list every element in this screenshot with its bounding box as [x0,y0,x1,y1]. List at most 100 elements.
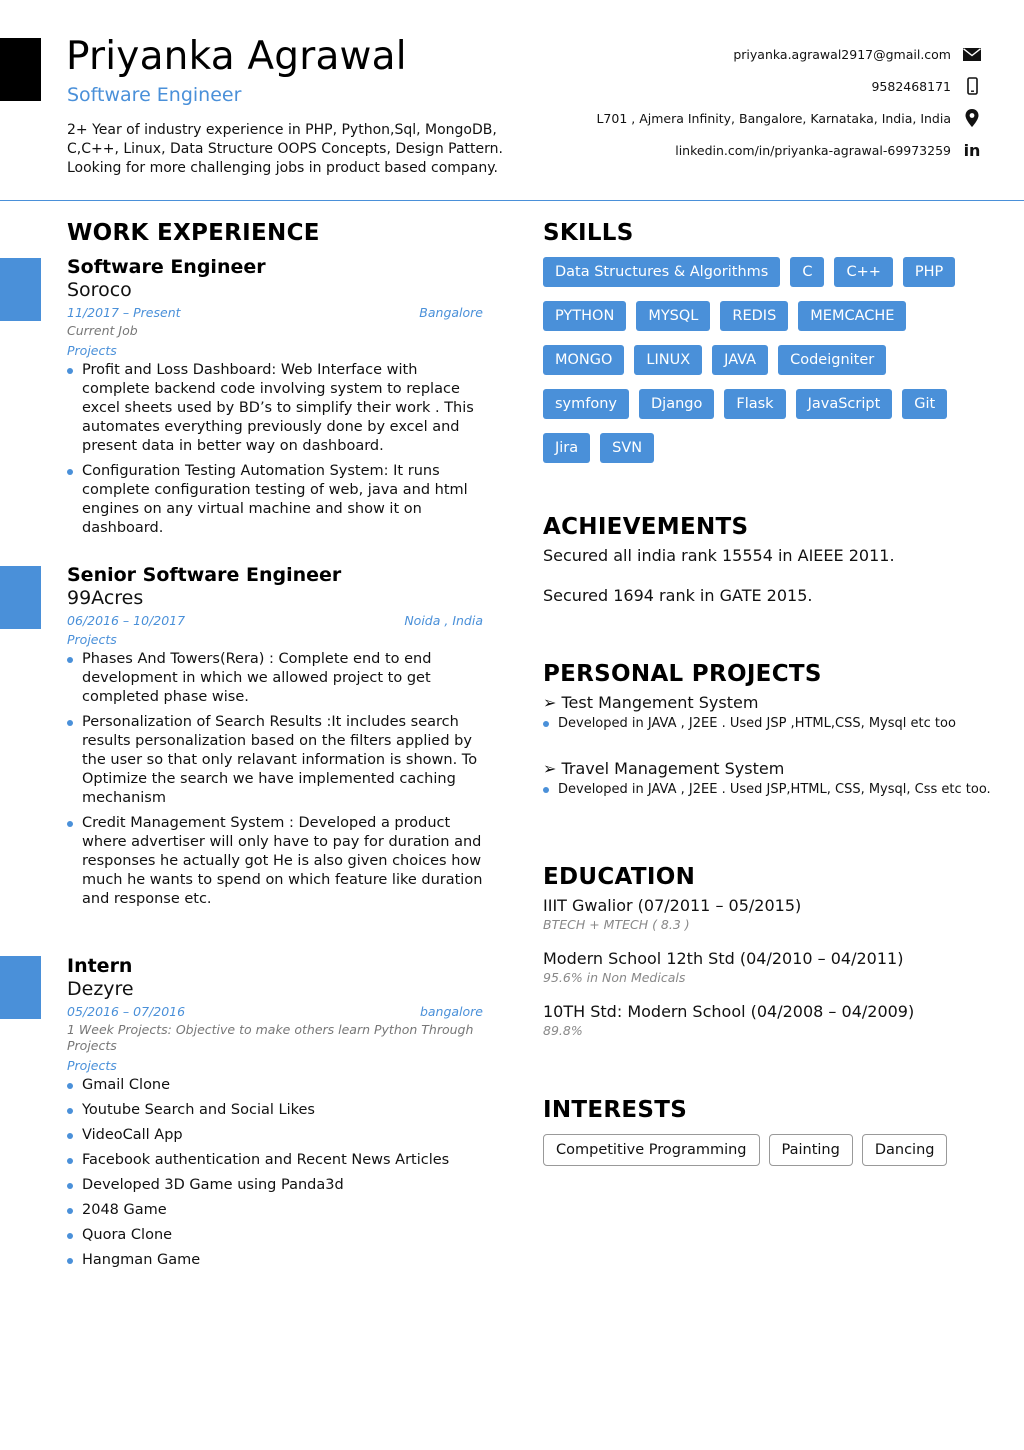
address-text: L701 , Ajmera Infinity, Bangalore, Karna… [596,110,951,126]
project-name: ➢ Travel Management System [543,759,785,778]
job-note: 1 Week Projects: Objective to make other… [67,1022,474,1053]
summary-text: 2+ Year of industry experience in PHP, P… [67,122,503,176]
skill-tag: PHP [902,257,956,287]
job-dates: 06/2016 – 10/2017 [67,613,186,628]
job-meta: 05/2016 – 07/2016 bangalore [67,1004,483,1019]
list-item: 2048 Game [67,1201,483,1220]
skill-tag: JavaScript [795,389,893,419]
skill-tag: Django [639,389,715,419]
list-item: Phases And Towers(Rera) : Complete end t… [67,650,483,707]
work-experience-heading: WORK EXPERIENCE [67,220,320,246]
skill-tag: SVN [600,433,655,463]
contact-phone[interactable]: 9582468171 [542,70,982,102]
list-item: Credit Management System : Developed a p… [67,814,483,909]
list-item: Configuration Testing Automation System:… [67,462,483,538]
job-accent-bar [0,956,41,1019]
skill-tag: PYTHON [543,301,627,331]
skill-tag: Codeigniter [778,345,887,375]
education-name: IIIT Gwalior (07/2011 – 05/2015) [543,896,802,915]
achievements-section: ACHIEVEMENTS Secured all india rank 1555… [543,514,895,605]
candidate-title: Software Engineer [67,84,242,106]
skill-tag: C [790,257,825,287]
skill-tag: Git [902,389,948,419]
contact-list: priyanka.agrawal2917@gmail.com 958246817… [542,38,982,166]
job-location: Bangalore [419,305,483,320]
skill-tag: symfony [543,389,630,419]
skill-tag: MONGO [543,345,625,375]
company-name: Dezyre [67,978,134,1000]
education-name: 10TH Std: Modern School (04/2008 – 04/20… [543,1002,915,1021]
list-item: Personalization of Search Results :It in… [67,713,483,808]
skill-tag: JAVA [712,345,769,375]
education-name: Modern School 12th Std (04/2010 – 04/201… [543,949,904,968]
list-item: Developed 3D Game using Panda3d [67,1176,483,1195]
interest-tag: Painting [768,1134,853,1166]
skills-tags: Data Structures & Algorithms C C++ PHP P… [543,257,983,477]
job-location: bangalore [419,1004,483,1019]
skill-tag: MYSQL [636,301,711,331]
job-accent-bar [0,566,41,629]
projects-label: Projects [67,632,117,647]
email-text[interactable]: priyanka.agrawal2917@gmail.com [733,47,951,62]
job-bullets: Gmail Clone Youtube Search and Social Li… [67,1076,483,1270]
linkedin-text[interactable]: linkedin.com/in/priyanka-agrawal-6997325… [675,143,951,158]
job-entry: Senior Software Engineer 99Acres 06/2016… [67,564,483,915]
list-item: Quora Clone [67,1226,483,1245]
project-details: Developed in JAVA , J2EE . Used JSP ,HTM… [543,715,991,732]
personal-projects-heading: PERSONAL PROJECTS [543,661,822,687]
list-item: Developed in JAVA , J2EE . Used JSP ,HTM… [543,715,991,732]
achievements-heading: ACHIEVEMENTS [543,514,749,540]
projects-label: Projects [67,343,117,358]
projects-section: PERSONAL PROJECTS ➢ Test Mangement Syste… [543,661,991,804]
job-note: Current Job [67,323,138,338]
interest-tag: Dancing [861,1134,948,1166]
skill-tag: Data Structures & Algorithms [543,257,781,287]
list-item: Developed in JAVA , J2EE . Used JSP,HTML… [543,781,991,798]
job-accent-bar [0,258,41,321]
list-item: VideoCall App [67,1126,483,1145]
project-details: Developed in JAVA , J2EE . Used JSP,HTML… [543,781,991,798]
skill-tag: MEMCACHE [798,301,907,331]
job-title: Intern [67,955,133,977]
skills-heading: SKILLS [543,220,634,246]
skill-tag: REDIS [720,301,789,331]
list-item: Gmail Clone [67,1076,483,1095]
skill-tag: LINUX [634,345,703,375]
list-item: Profit and Loss Dashboard: Web Interface… [67,361,483,456]
left-column: WORK EXPERIENCE Software Engineer Soroco… [67,220,483,1268]
job-entry: Software Engineer Soroco 11/2017 – Prese… [67,256,483,544]
achievement-item: Secured all india rank 15554 in AIEEE 20… [543,546,895,565]
interests-heading: INTERESTS [543,1097,688,1123]
candidate-name: Priyanka Agrawal [66,34,407,79]
project-name: ➢ Test Mangement System [543,693,759,712]
job-entry: Intern Dezyre 05/2016 – 07/2016 bangalor… [67,955,483,1276]
job-title: Software Engineer [67,256,266,278]
education-detail: 95.6% in Non Medicals [543,970,686,985]
skill-tag: Jira [543,433,591,463]
linkedin-icon: in [963,140,981,160]
list-item: Facebook authentication and Recent News … [67,1151,483,1170]
mobile-phone-icon [962,76,982,96]
job-meta: 11/2017 – Present Bangalore [67,305,483,320]
header-accent-block [0,38,41,101]
skill-tag: C++ [834,257,893,287]
interests-tags: Competitive Programming Painting Dancing [543,1134,956,1166]
education-detail: 89.8% [543,1023,583,1038]
interests-section: INTERESTS Competitive Programming Painti… [543,1097,956,1166]
education-detail: BTECH + MTECH ( 8.3 ) [543,917,690,932]
contact-email[interactable]: priyanka.agrawal2917@gmail.com [542,38,982,70]
contact-linkedin[interactable]: linkedin.com/in/priyanka-agrawal-6997325… [542,134,982,166]
education-section: EDUCATION IIIT Gwalior (07/2011 – 05/201… [543,864,914,1038]
achievement-item: Secured 1694 rank in GATE 2015. [543,586,813,605]
company-name: Soroco [67,279,132,301]
phone-text[interactable]: 9582468171 [871,79,951,94]
job-dates: 05/2016 – 07/2016 [67,1004,186,1019]
job-title: Senior Software Engineer [67,564,342,586]
envelope-icon [962,44,982,64]
education-heading: EDUCATION [543,864,696,890]
list-item: Hangman Game [67,1251,483,1270]
job-dates: 11/2017 – Present [67,305,181,320]
location-pin-icon [962,108,982,128]
job-bullets: Profit and Loss Dashboard: Web Interface… [67,361,483,538]
company-name: 99Acres [67,587,144,609]
